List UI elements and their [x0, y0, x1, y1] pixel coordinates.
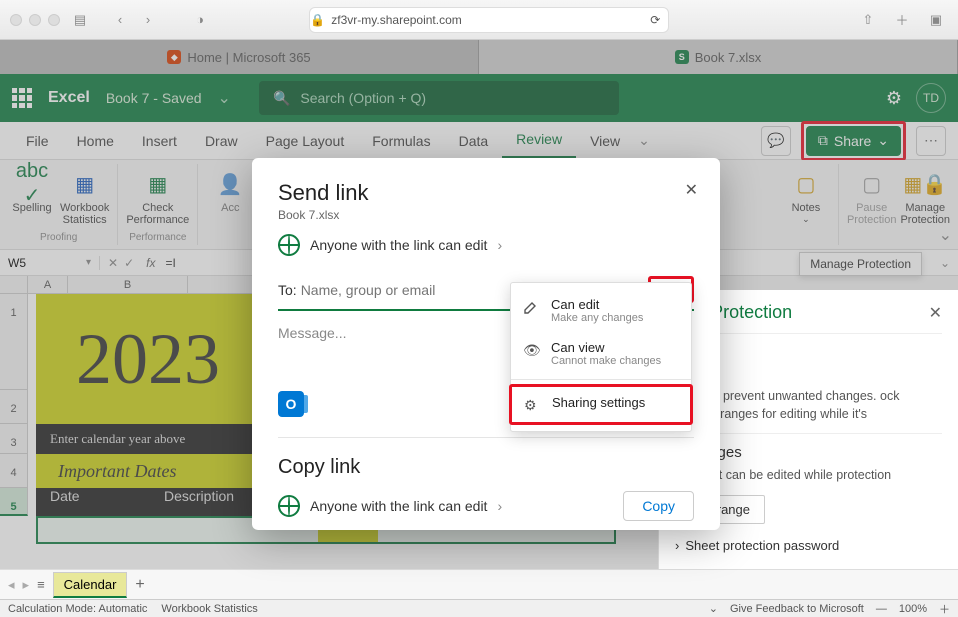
dialog-title: Send link [278, 180, 694, 206]
globe-icon [278, 234, 300, 256]
zoom-level: 100% [899, 603, 927, 615]
nav-next-icon[interactable]: ▸ [23, 577, 30, 593]
window-controls [10, 14, 60, 26]
zoom-in-icon[interactable]: ＋ [939, 601, 950, 617]
reload-icon[interactable]: ⟳ [650, 13, 668, 27]
url-text: zf3vr-my.sharepoint.com [331, 13, 461, 27]
chevron-right-icon: › [497, 237, 502, 253]
to-label: To: [278, 282, 297, 298]
perm-sharing-settings[interactable]: ⚙ Sharing settings [512, 387, 690, 422]
tabs-overview-icon[interactable]: ▣ [924, 8, 948, 32]
lock-icon: 🔒 [310, 13, 325, 27]
feedback-link[interactable]: Give Feedback to Microsoft [730, 603, 864, 615]
sidebar-toggle-icon[interactable]: ▤ [68, 8, 92, 32]
chevron-right-icon: › [497, 498, 502, 514]
browser-chrome: ▤ ‹ › ◑ 🔒 zf3vr-my.sharepoint.com ⟳ ⇧ ＋ … [0, 0, 958, 40]
copy-button[interactable]: Copy [623, 491, 694, 521]
new-tab-icon[interactable]: ＋ [890, 8, 914, 32]
menu-divider [511, 379, 691, 380]
minimize-window[interactable] [29, 14, 41, 26]
permission-menu: Can edit Make any changes 👁 Can view Can… [510, 282, 692, 432]
perm-can-edit[interactable]: Can edit Make any changes [511, 289, 691, 332]
sheet-tab-bar: ◂ ▸ ≡ Calendar + [0, 569, 958, 599]
all-sheets-icon[interactable]: ≡ [37, 577, 45, 592]
chevron-down-icon[interactable]: ⌄ [709, 602, 718, 615]
copy-link-title: Copy link [278, 456, 694, 479]
outlook-icon[interactable]: O [278, 391, 304, 417]
sheet-tab-calendar[interactable]: Calendar [53, 572, 128, 598]
url-bar[interactable]: 🔒 zf3vr-my.sharepoint.com ⟳ [309, 7, 669, 33]
close-pane-icon[interactable]: ✕ [929, 303, 942, 323]
forward-icon[interactable]: › [136, 8, 160, 32]
chevron-right-icon: › [675, 538, 679, 553]
share-sheet-icon[interactable]: ⇧ [856, 8, 880, 32]
maximize-window[interactable] [48, 14, 60, 26]
dialog-filename: Book 7.xlsx [278, 208, 694, 222]
gear-icon: ⚙ [524, 395, 542, 414]
workbook-stats-link[interactable]: Workbook Statistics [161, 603, 257, 615]
link-scope-button[interactable]: Anyone with the link can edit › [278, 234, 694, 256]
zoom-out-icon[interactable]: — [876, 603, 887, 615]
status-bar: Calculation Mode: Automatic Workbook Sta… [0, 599, 958, 617]
close-window[interactable] [10, 14, 22, 26]
perm-can-view[interactable]: 👁 Can view Cannot make changes [511, 332, 691, 375]
pwd-expand[interactable]: › Sheet protection password [675, 538, 942, 553]
add-sheet-icon[interactable]: + [135, 576, 144, 594]
nav-prev-icon[interactable]: ◂ [8, 577, 15, 593]
copy-link-scope-button[interactable]: Anyone with the link can edit › [278, 495, 502, 517]
close-dialog-icon[interactable]: ✕ [685, 180, 698, 200]
calc-mode: Calculation Mode: Automatic [8, 603, 147, 615]
shield-icon[interactable]: ◑ [188, 8, 212, 32]
pencil-icon [523, 297, 541, 315]
globe-icon [278, 495, 300, 517]
back-icon[interactable]: ‹ [108, 8, 132, 32]
eye-icon: 👁 [523, 340, 541, 359]
